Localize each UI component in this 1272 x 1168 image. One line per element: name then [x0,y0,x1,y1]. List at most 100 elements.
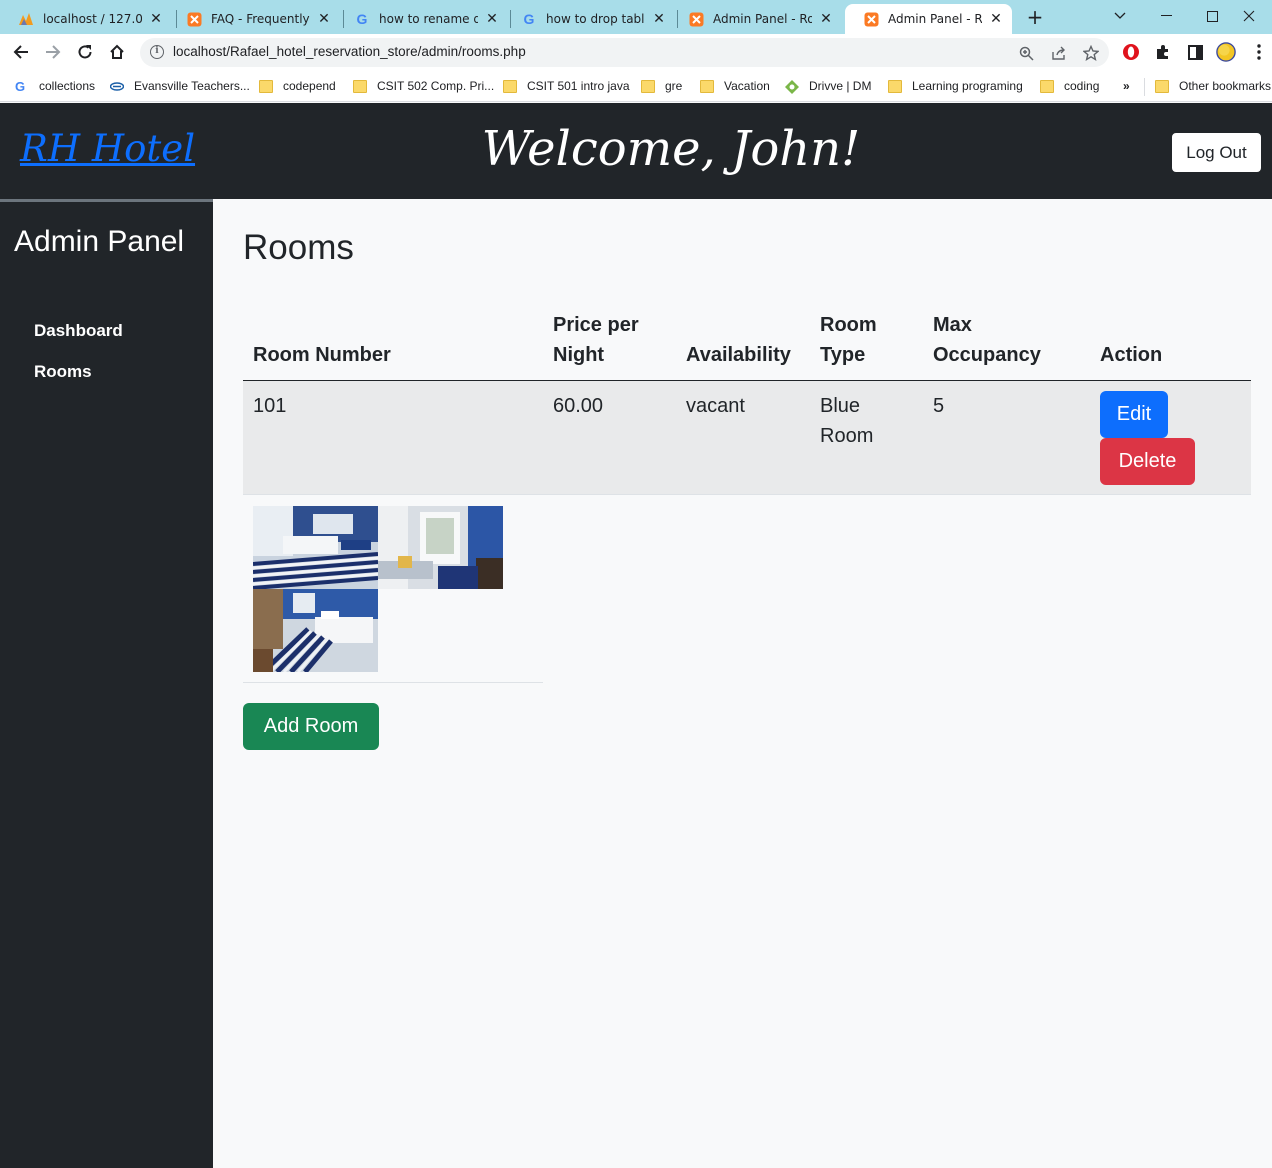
column-header-room-number: Room Number [253,344,391,366]
browser-menu-icon[interactable] [1249,42,1269,62]
tab-title: how to rename data [379,12,478,26]
browser-tab-strip: localhost / 127.0.0.1 ✕ FAQ - Frequently… [0,0,1272,34]
home-button[interactable] [105,40,129,64]
bookmark-csit-502[interactable]: CSIT 502 Comp. Pri... [353,77,494,95]
bookmark-vacation[interactable]: Vacation [700,77,770,95]
column-header-availability: Availability [686,344,791,366]
google-icon: G [523,11,535,27]
window-close-button[interactable] [1226,0,1272,32]
close-icon[interactable]: ✕ [651,11,667,27]
profile-avatar[interactable] [1216,42,1236,62]
folder-icon [641,79,655,93]
bookmark-label: collections [39,79,96,93]
reload-button[interactable] [73,40,97,64]
zoom-icon[interactable] [1017,44,1035,62]
url-text: localhost/Rafael_hotel_reservation_store… [173,44,526,59]
share-icon[interactable] [1050,44,1068,62]
folder-icon [1155,79,1169,93]
bookmark-label: gre [665,79,683,93]
bookmark-label: Vacation [724,79,770,93]
close-icon[interactable]: ✕ [484,11,500,27]
tab-title: Admin Panel - Rooms [888,12,982,26]
bookmark-label: CSIT 501 intro java [527,79,630,93]
images-divider [243,682,543,683]
bookmark-drivve[interactable]: Drivve | DM [785,77,871,95]
tab-title: Admin Panel - Rooms [713,12,812,26]
folder-icon [888,79,902,93]
browser-toolbar: i localhost/Rafael_hotel_reservation_sto… [0,34,1272,70]
folder-icon [259,79,273,93]
minimize-button[interactable] [1143,0,1189,32]
drivve-icon [785,79,799,94]
column-header-max-occupancy: Max Occupancy [933,314,1041,366]
bookmark-other-bookmarks[interactable]: Other bookmarks [1155,77,1271,95]
tab-faq[interactable]: FAQ - Frequently Asked ✕ [168,4,340,34]
bookmark-coding[interactable]: coding [1040,77,1099,95]
admin-sidebar: Admin Panel Dashboard Rooms [0,199,213,1168]
tab-search-chevron-icon[interactable] [1097,0,1143,32]
folder-icon [700,79,714,93]
new-tab-button[interactable]: + [1024,5,1046,29]
room-photo-2[interactable] [378,506,503,589]
tab-phpmyadmin[interactable]: localhost / 127.0.0.1 ✕ [0,4,172,34]
cell-room-type: Blue Room [820,395,874,447]
cell-price: 60.00 [553,395,604,417]
bookmark-star-icon[interactable] [1082,44,1100,62]
tab-title: localhost / 127.0.0.1 [43,12,142,26]
add-room-button[interactable]: Add Room [243,703,379,750]
folder-icon [503,79,517,93]
credit-union-icon [109,80,125,93]
forward-button[interactable] [41,40,65,64]
tab-google-rename[interactable]: G how to rename data ✕ [336,4,508,34]
welcome-heading: Welcome, John! [481,121,861,177]
logout-button[interactable]: Log Out [1172,133,1261,172]
sidebar-item-rooms[interactable]: Rooms [34,362,92,382]
column-header-price: Price per Night [553,314,639,366]
tab-admin-rooms[interactable]: Admin Panel - Rooms ✕ [670,4,842,34]
site-info-icon[interactable]: i [150,45,164,59]
tab-admin-rooms-active[interactable]: Admin Panel - Rooms ✕ [845,4,1012,34]
edit-room-button[interactable]: Edit [1100,391,1168,438]
close-icon[interactable]: ✕ [818,11,834,27]
room-photo-3[interactable] [253,589,378,672]
bookmark-gre[interactable]: gre [641,77,682,95]
close-icon[interactable]: ✕ [988,11,1004,27]
xampp-icon [863,11,879,27]
side-panel-icon[interactable] [1185,42,1205,62]
bookmark-evansville-teachers[interactable]: Evansville Teachers... [109,77,250,95]
cell-max-occupancy: 5 [933,395,945,417]
google-icon: G [15,78,26,94]
bookmark-label: codepend [283,79,336,93]
room-photo-1[interactable] [253,506,378,589]
xampp-icon [688,11,704,27]
column-header-action: Action [1100,344,1163,366]
bookmarks-bar: G collections Evansville Teachers... cod… [0,70,1272,102]
extensions-puzzle-icon[interactable] [1153,42,1173,62]
delete-room-button[interactable]: Delete [1100,438,1195,485]
xampp-icon [186,11,202,27]
address-bar[interactable]: i localhost/Rafael_hotel_reservation_sto… [140,38,1109,67]
cell-room-number: 101 [253,395,287,417]
bookmark-codepend[interactable]: codepend [259,77,336,95]
site-header: RH Hotel Welcome, John! Log Out [0,103,1272,199]
bookmark-collections[interactable]: G collections [15,77,95,95]
bookmark-learning-programing[interactable]: Learning programing [888,77,1023,95]
tab-title: FAQ - Frequently Asked [211,12,310,26]
column-header-room-type: Room Type [820,314,877,366]
close-icon[interactable]: ✕ [148,11,164,27]
bookmark-label: Learning programing [912,79,1023,93]
folder-icon [353,79,367,93]
opera-extension-icon[interactable] [1121,42,1141,62]
folder-icon [1040,79,1054,93]
bookmark-csit-501[interactable]: CSIT 501 intro java [503,77,630,95]
google-icon: G [356,11,368,27]
tab-google-drop[interactable]: G how to drop table ✕ [503,4,675,34]
bookmarks-overflow-button[interactable]: » [1123,77,1130,95]
bookmarks-divider [1144,78,1145,96]
bookmark-label: Evansville Teachers... [134,79,250,93]
phpmyadmin-icon [18,11,34,27]
sidebar-item-dashboard[interactable]: Dashboard [34,321,123,341]
close-icon[interactable]: ✕ [316,11,332,27]
back-button[interactable] [9,40,33,64]
sidebar-title: Admin Panel [14,225,185,258]
